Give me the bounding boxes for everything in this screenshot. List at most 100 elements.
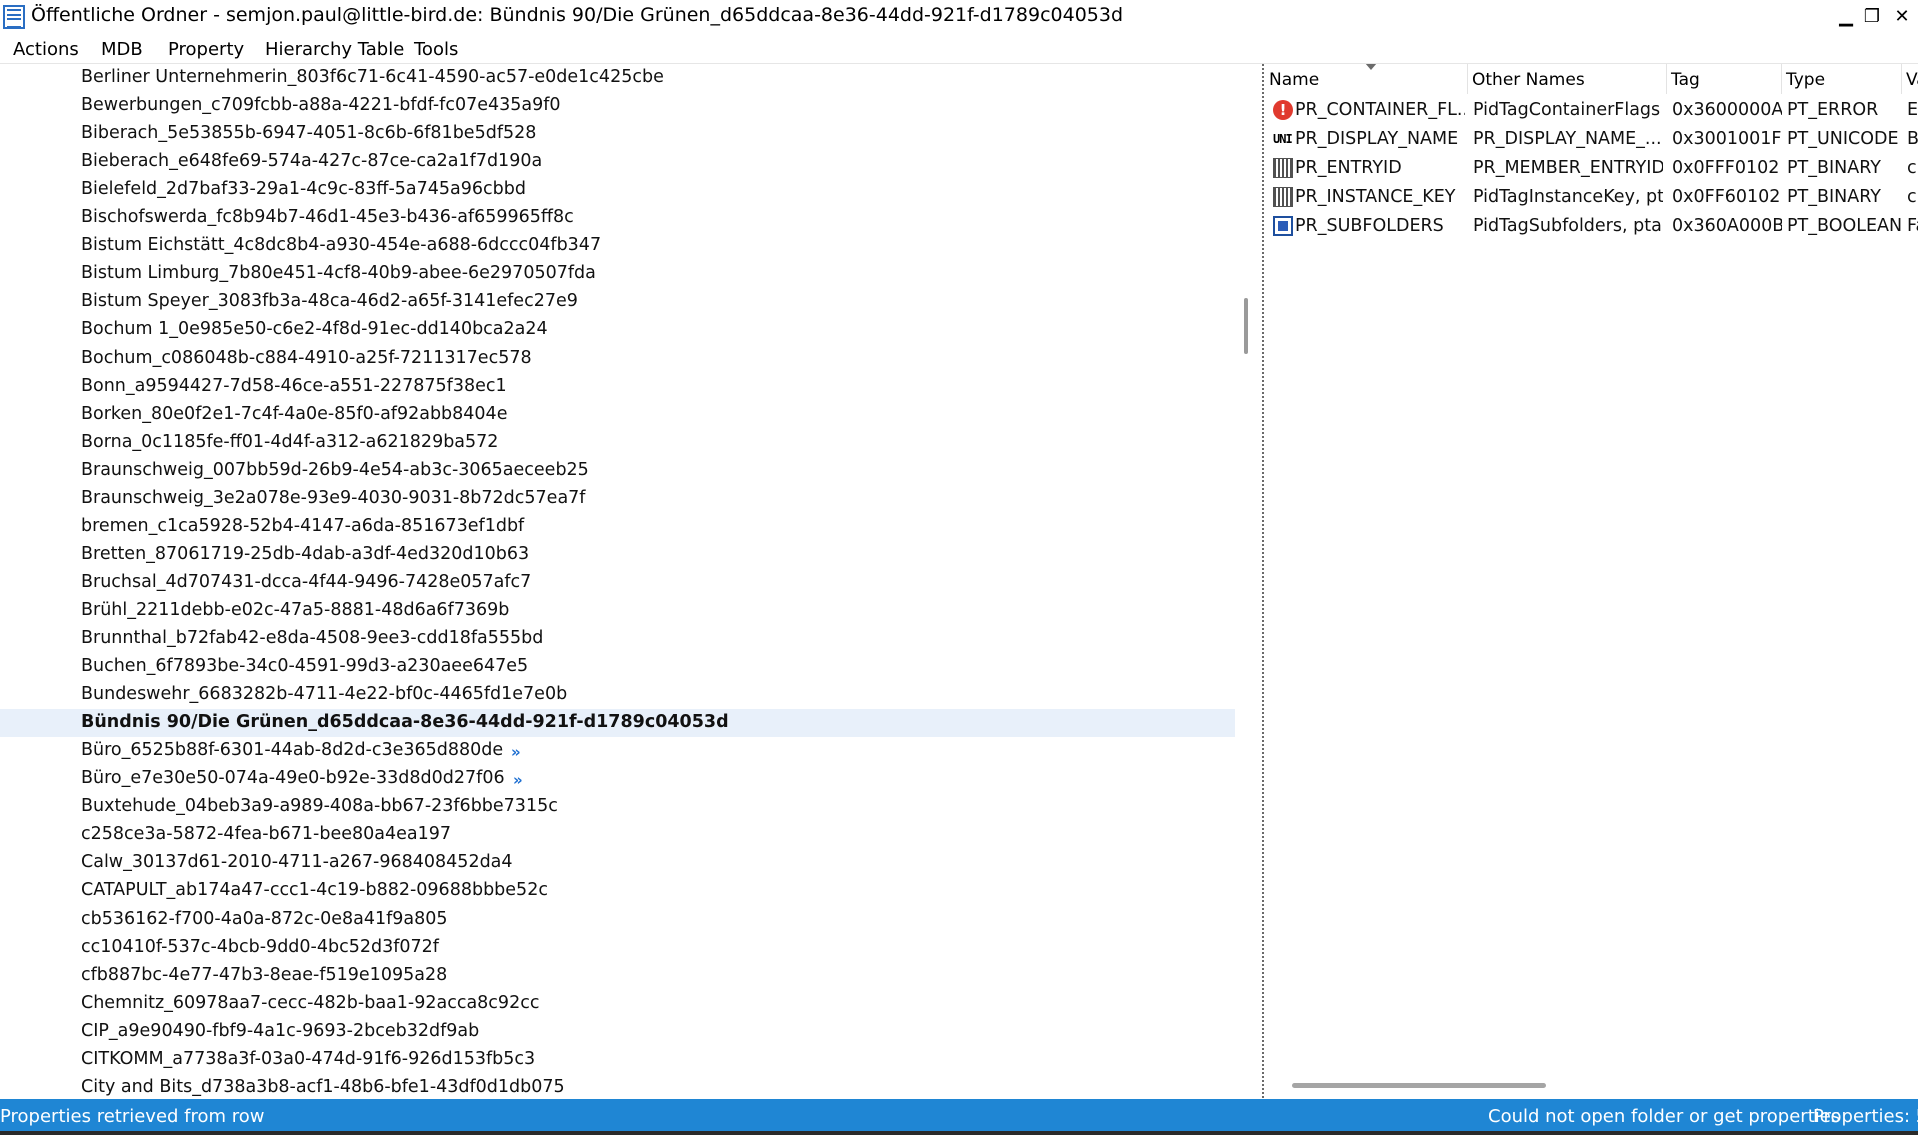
property-value: Er bbox=[1907, 100, 1918, 120]
tree-item[interactable]: Biberach_5e53855b-6947-4051-8c6b-6f81be5… bbox=[0, 120, 1235, 148]
column-header-value[interactable]: Va bbox=[1902, 64, 1918, 94]
column-header-other-names[interactable]: Other Names bbox=[1468, 64, 1667, 94]
tree-item-label: cb536162-f700-4a0a-872c-0e8a41f9a805 bbox=[81, 908, 448, 929]
tree-item[interactable]: Bieberach_e648fe69-574a-427c-87ce-ca2a1f… bbox=[0, 148, 1235, 176]
property-row[interactable]: PR_SUBFOLDERS PidTagSubfolders, pta... 0x3… bbox=[1265, 212, 1918, 241]
menu-tools[interactable]: Tools bbox=[414, 39, 458, 60]
tree-item[interactable]: Chemnitz_60978aa7-cecc-482b-baa1-92acca8… bbox=[0, 990, 1235, 1018]
tree-item[interactable]: Buxtehude_04beb3a9-a989-408a-bb67-23f6bb… bbox=[0, 793, 1235, 821]
tree-item[interactable]: Bochum_c086048b-c884-4910-a25f-7211317ec… bbox=[0, 345, 1235, 373]
column-header-tag-label: Tag bbox=[1671, 70, 1700, 90]
tree-item-label: Bieberach_e648fe69-574a-427c-87ce-ca2a1f… bbox=[81, 151, 543, 172]
binary-icon bbox=[1273, 158, 1293, 178]
tree-item[interactable]: cb536162-f700-4a0a-872c-0e8a41f9a805 bbox=[0, 906, 1235, 934]
tree-item[interactable]: Borken_80e0f2e1-7c4f-4a0e-85f0-af92abb84… bbox=[0, 401, 1235, 429]
tree-item[interactable]: Bewerbungen_c709fcbb-a88a-4221-bfdf-fc07… bbox=[0, 92, 1235, 120]
property-tag: 0x3600000A bbox=[1672, 100, 1782, 120]
property-other-names: PR_DISPLAY_NAME_... bbox=[1473, 129, 1662, 149]
menu-mdb[interactable]: MDB bbox=[101, 39, 143, 60]
tree-item[interactable]: CATAPULT_ab174a47-ccc1-4c19-b882-09688bb… bbox=[0, 877, 1235, 905]
tree-item-label: Biberach_5e53855b-6947-4051-8c6b-6f81be5… bbox=[81, 123, 537, 144]
tree-item[interactable]: Brunnthal_b72fab42-e8da-4508-9ee3-cdd18f… bbox=[0, 625, 1235, 653]
tree-item[interactable]: Braunschweig_3e2a078e-93e9-4030-9031-8b7… bbox=[0, 485, 1235, 513]
property-value: Fa bbox=[1907, 216, 1918, 236]
error-icon: ! bbox=[1273, 100, 1293, 120]
tree-item[interactable]: Büro_6525b88f-6301-44ab-8d2d-c3e365d880d… bbox=[0, 737, 1235, 765]
tree-item[interactable]: Brühl_2211debb-e02c-47a5-8881-48d6a6f736… bbox=[0, 597, 1235, 625]
tree-item[interactable]: CITKOMM_a7738a3f-03a0-474d-91f6-926d153f… bbox=[0, 1046, 1235, 1074]
tree-item[interactable]: Büro_e7e30e50-074a-49e0-b92e-33d8d0d27f0… bbox=[0, 765, 1235, 793]
property-row[interactable]: PR_ENTRYID PR_MEMBER_ENTRYID... 0x0FFF0102… bbox=[1265, 154, 1918, 183]
menu-hierarchy-table[interactable]: Hierarchy Table bbox=[265, 39, 404, 60]
property-tag: 0x0FFF0102 bbox=[1672, 158, 1780, 178]
tree-item[interactable]: Bundeswehr_6683282b-4711-4e22-bf0c-4465f… bbox=[0, 681, 1235, 709]
tree-item-selected[interactable]: Bündnis 90/Die Grünen_d65ddcaa-8e36-44dd… bbox=[0, 709, 1235, 738]
column-header-value-label: Va bbox=[1906, 70, 1918, 90]
tree-item[interactable]: cc10410f-537c-4bcb-9dd0-4bc52d3f072f bbox=[0, 934, 1235, 962]
tree-item[interactable]: Bischofswerda_fc8b94b7-46d1-45e3-b436-af… bbox=[0, 204, 1235, 232]
tree-item[interactable]: Calw_30137d61-2010-4711-a267-968408452da… bbox=[0, 849, 1235, 877]
status-text: Properties retrieved from row bbox=[0, 1106, 265, 1127]
column-header-name[interactable]: Name bbox=[1265, 64, 1468, 94]
unicode-icon: UNI bbox=[1273, 132, 1293, 146]
tree-item-label: Bochum 1_0e985e50-c6e2-4f8d-91ec-dd140bc… bbox=[81, 319, 548, 340]
tree-item[interactable]: bremen_c1ca5928-52b4-4147-a6da-851673ef1… bbox=[0, 513, 1235, 541]
status-property-count: Properties: 5 bbox=[1813, 1106, 1918, 1127]
property-other-names: PR_MEMBER_ENTRYID... bbox=[1473, 158, 1663, 178]
tree-item-label: Bielefeld_2d7baf33-29a1-4c9c-83ff-5a745a… bbox=[81, 179, 526, 200]
column-header-name-label: Name bbox=[1269, 70, 1320, 90]
property-row[interactable]: ! PR_CONTAINER_FL... PidTagContainerFlags 0… bbox=[1265, 96, 1918, 125]
tree-item-label: Bewerbungen_c709fcbb-a88a-4221-bfdf-fc07… bbox=[81, 95, 561, 116]
tree-item-label: cfb887bc-4e77-47b3-8eae-f519e1095a28 bbox=[81, 964, 448, 985]
tree-item[interactable]: Bistum Eichstätt_4c8dc8b4-a930-454e-a688… bbox=[0, 232, 1235, 260]
tree-item-label: Bischofswerda_fc8b94b7-46d1-45e3-b436-af… bbox=[81, 207, 574, 228]
property-type: PT_BINARY bbox=[1787, 187, 1881, 207]
tree-item-label: cc10410f-537c-4bcb-9dd0-4bc52d3f072f bbox=[81, 936, 439, 957]
tree-item[interactable]: Buchen_6f7893be-34c0-4591-99d3-a230aee64… bbox=[0, 653, 1235, 681]
tree-item[interactable]: c258ce3a-5872-4fea-b671-bee80a4ea197 bbox=[0, 821, 1235, 849]
boolean-icon bbox=[1273, 216, 1293, 236]
tree-item[interactable]: Bistum Limburg_7b80e451-4cf8-40b9-abee-6… bbox=[0, 260, 1235, 288]
tree-item-label: Chemnitz_60978aa7-cecc-482b-baa1-92acca8… bbox=[81, 992, 540, 1013]
tree-item[interactable]: Borna_0c1185fe-ff01-4d4f-a312-a621829ba5… bbox=[0, 429, 1235, 457]
tree-item[interactable]: Berliner Unternehmerin_803f6c71-6c41-459… bbox=[0, 64, 1235, 92]
properties-hscrollbar-thumb[interactable] bbox=[1292, 1083, 1546, 1088]
property-type: PT_UNICODE bbox=[1787, 129, 1899, 149]
tree-item[interactable]: CIP_a9e90490-fbf9-4a1c-9693-2bceb32df9ab bbox=[0, 1018, 1235, 1046]
tree-item[interactable]: Bochum 1_0e985e50-c6e2-4f8d-91ec-dd140bc… bbox=[0, 316, 1235, 344]
title-bar: Öffentliche Ordner - semjon.paul@little-… bbox=[0, 0, 1918, 33]
tree-item-label: Buchen_6f7893be-34c0-4591-99d3-a230aee64… bbox=[81, 656, 529, 677]
tree-item-label: Bruchsal_4d707431-dcca-4f44-9496-7428e05… bbox=[81, 571, 532, 592]
binary-icon bbox=[1273, 187, 1293, 207]
tree-item-label: Bistum Speyer_3083fb3a-48ca-46d2-a65f-31… bbox=[81, 291, 578, 312]
tree-item-label: Braunschweig_007bb59d-26b9-4e54-ab3c-306… bbox=[81, 459, 589, 480]
menu-property[interactable]: Property bbox=[168, 39, 244, 60]
folder-tree[interactable]: Berliner Unternehmerin_803f6c71-6c41-459… bbox=[0, 64, 1235, 1099]
pane-splitter[interactable] bbox=[1262, 64, 1264, 1099]
column-header-type[interactable]: Type bbox=[1782, 64, 1902, 94]
tree-item[interactable]: Bielefeld_2d7baf33-29a1-4c9c-83ff-5a745a… bbox=[0, 176, 1235, 204]
column-header-tag[interactable]: Tag bbox=[1667, 64, 1782, 94]
tree-item[interactable]: Bruchsal_4d707431-dcca-4f44-9496-7428e05… bbox=[0, 569, 1235, 597]
tree-item-label: Borna_0c1185fe-ff01-4d4f-a312-a621829ba5… bbox=[81, 431, 499, 452]
tree-item[interactable]: Braunschweig_007bb59d-26b9-4e54-ab3c-306… bbox=[0, 457, 1235, 485]
tree-item-label: CATAPULT_ab174a47-ccc1-4c19-b882-09688bb… bbox=[81, 880, 548, 901]
tree-item-label: bremen_c1ca5928-52b4-4147-a6da-851673ef1… bbox=[81, 515, 525, 536]
menu-actions[interactable]: Actions bbox=[13, 39, 79, 60]
tree-item-label: City and Bits_d738a3b8-acf1-48b6-bfe1-43… bbox=[81, 1076, 565, 1097]
property-row[interactable]: PR_INSTANCE_KEY PidTagInstanceKey, pt... 0… bbox=[1265, 183, 1918, 212]
tree-item[interactable]: Bretten_87061719-25db-4dab-a3df-4ed320d1… bbox=[0, 541, 1235, 569]
tree-item[interactable]: Bonn_a9594427-7d58-46ce-a551-227875f38ec… bbox=[0, 373, 1235, 401]
tree-item[interactable]: City and Bits_d738a3b8-acf1-48b6-bfe1-43… bbox=[0, 1074, 1235, 1099]
tree-item-label: Büro_e7e30e50-074a-49e0-b92e-33d8d0d27f0… bbox=[81, 768, 505, 789]
tree-item-label: Bochum_c086048b-c884-4910-a25f-7211317ec… bbox=[81, 347, 532, 368]
property-name: PR_ENTRYID bbox=[1295, 158, 1402, 178]
tree-scrollbar-thumb[interactable] bbox=[1244, 298, 1248, 354]
property-row[interactable]: UNI PR_DISPLAY_NAME PR_DISPLAY_NAME_... 0x3… bbox=[1265, 125, 1918, 154]
tree-item[interactable]: Bistum Speyer_3083fb3a-48ca-46d2-a65f-31… bbox=[0, 288, 1235, 316]
property-tag: 0x360A000B bbox=[1672, 216, 1782, 236]
close-button[interactable]: ✕ bbox=[1884, 0, 1918, 33]
tree-item[interactable]: cfb887bc-4e77-47b3-8eae-f519e1095a28 bbox=[0, 962, 1235, 990]
column-header-type-label: Type bbox=[1786, 70, 1826, 90]
property-tag: 0x3001001F bbox=[1672, 129, 1782, 149]
